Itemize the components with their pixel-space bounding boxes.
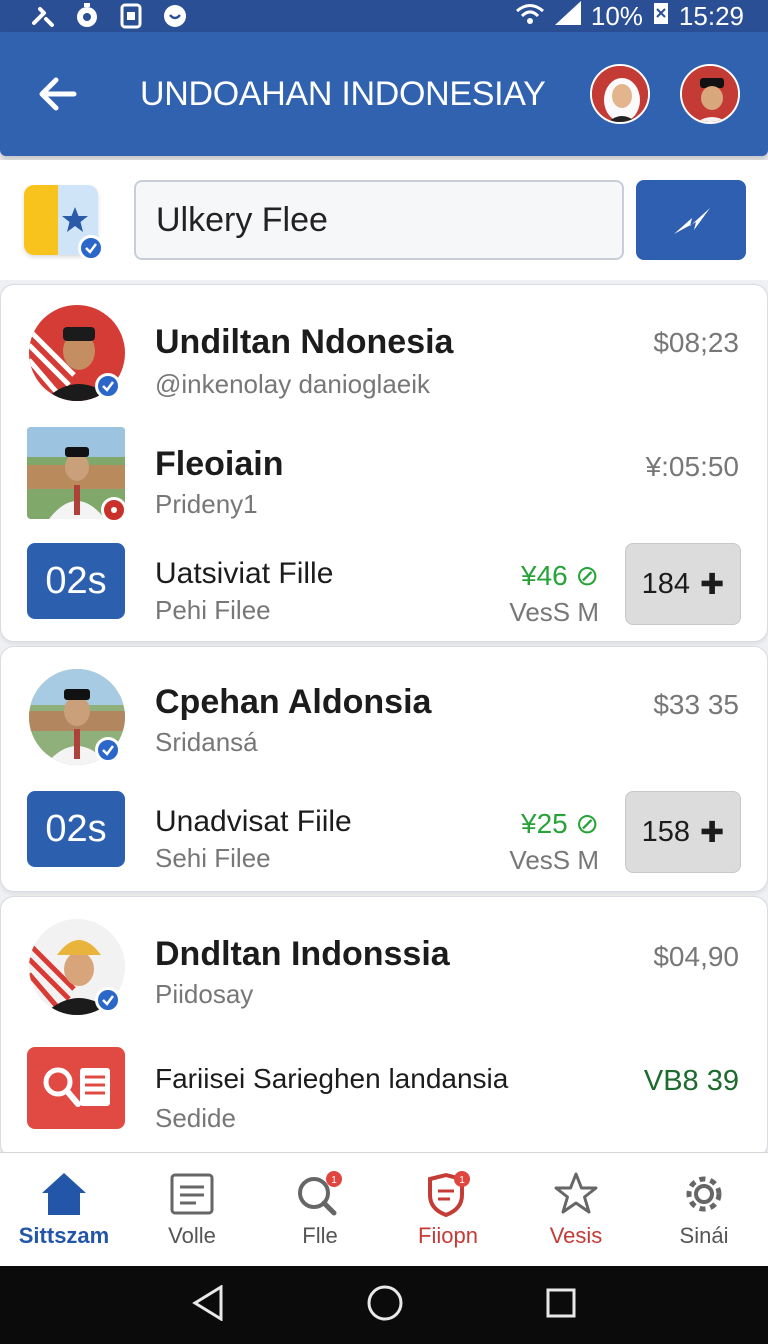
file-price: ¥25 ⊘	[521, 808, 599, 839]
search-bar	[0, 160, 768, 280]
nav-label: Fiiopn	[418, 1222, 478, 1248]
file-tag: 02s	[27, 543, 125, 619]
plus-icon: ✚	[700, 816, 725, 849]
page-title: UNDOAHAN INDONESIAY	[140, 74, 546, 113]
nav-label: Volle	[168, 1222, 216, 1248]
contact-handle: Piidosay	[155, 979, 254, 1009]
nav-label: Sinái	[679, 1222, 729, 1248]
file-sub: Sehi Filee	[155, 843, 271, 873]
file-row[interactable]: 02s Uatsiviat Fille Pehi Filee ¥46 ⊘ Ves…	[1, 543, 768, 643]
file-price: VB8 39	[643, 1065, 739, 1097]
verified-icon	[78, 235, 104, 261]
document-icon	[170, 1173, 214, 1214]
nav-item-search[interactable]: 1 Flle	[256, 1153, 384, 1266]
file-row[interactable]: Fariisei Sarieghen landansia Sedide VB8 …	[1, 1047, 768, 1147]
nav-badge: 1	[331, 1175, 337, 1186]
recents-square-icon[interactable]	[545, 1287, 577, 1324]
nav-item-star[interactable]: Vesis	[512, 1153, 640, 1266]
signal-icon	[554, 0, 581, 32]
contact-handle: Sridansá	[155, 727, 258, 757]
gear-icon	[686, 1176, 722, 1211]
list-item[interactable]: Fleoiain Pridenу1 ¥:05:50	[1, 427, 768, 527]
search-input[interactable]	[134, 180, 624, 260]
search-document-icon	[27, 1047, 125, 1129]
clock: 15:29	[678, 0, 744, 31]
star-icon	[554, 1172, 598, 1213]
contact-handle: @inkenolay danioglaeik	[155, 369, 431, 399]
list-item[interactable]: Undiltan Ndonesia @inkenolay danioglaeik…	[1, 305, 768, 405]
contact-card: Cpehan Aldonsia Sridansá $33 35 02s Unad…	[0, 646, 768, 892]
contact-amount: ¥:05:50	[645, 451, 739, 482]
avatar[interactable]	[680, 64, 740, 124]
search-button[interactable]	[636, 180, 746, 260]
contact-card: Dndltan Indonssia Piidosay $04,90 Fariis…	[0, 896, 768, 1158]
contact-amount: $04,90	[653, 941, 739, 972]
file-row[interactable]: 02s Unadvisat Fiile Sehi Filee ¥25 ⊘ Ves…	[1, 791, 768, 891]
file-status: VesS M	[509, 845, 599, 875]
lightning-icon	[674, 208, 710, 234]
plus-icon: ✚	[700, 568, 725, 601]
nav-item-document[interactable]: Volle	[128, 1153, 256, 1266]
file-price: ¥46 ⊘	[521, 560, 599, 591]
contact-amount: $33 35	[653, 689, 739, 720]
nav-label: Vesis	[549, 1222, 603, 1248]
battery-level: 10%	[590, 0, 643, 31]
file-name: Uatsiviat Fille	[155, 557, 334, 590]
avatar[interactable]	[590, 64, 650, 124]
file-name: Unadvisat Fiile	[155, 805, 352, 838]
verified-icon	[95, 373, 121, 399]
bottom-nav: Sittszam Volle 1 Flle 1 Fiiopn Vesis Sin…	[0, 1152, 768, 1266]
verified-icon	[95, 737, 121, 763]
search-icon: 1	[298, 1170, 342, 1215]
chat-icon	[162, 3, 188, 29]
contact-handle: Pridenу1	[155, 489, 258, 519]
app-bar: UNDOAHAN INDONESIAY	[0, 32, 768, 156]
sim-icon	[118, 3, 144, 29]
shield-icon: 1	[428, 1170, 470, 1217]
file-price-value: ¥25	[521, 808, 568, 839]
back-triangle-icon[interactable]	[191, 1283, 225, 1326]
quantity-add-button[interactable]: 158 ✚	[625, 791, 741, 873]
nav-badge: 1	[459, 1175, 465, 1186]
file-tag: 02s	[27, 791, 125, 867]
verified-icon	[95, 987, 121, 1013]
status-bar: 10% 15:29	[0, 0, 768, 32]
file-sub: Pehi Filee	[155, 595, 271, 625]
contact-card: Undiltan Ndonesia @inkenolay danioglaeik…	[0, 284, 768, 642]
quantity-value: 184	[641, 567, 691, 600]
wifi-icon	[515, 1, 545, 32]
nav-label: Flle	[302, 1222, 338, 1248]
quantity-add-button[interactable]: 184 ✚	[625, 543, 741, 625]
file-price-value: ¥46	[521, 560, 568, 591]
back-arrow-icon[interactable]	[36, 72, 80, 116]
file-name: Fariisei Sarieghen landansia	[155, 1063, 509, 1094]
timer-icon	[74, 3, 100, 29]
home-icon	[42, 1172, 86, 1215]
quantity-value: 158	[641, 815, 691, 848]
app-logo	[24, 185, 104, 261]
nav-item-home[interactable]: Sittszam	[0, 1153, 128, 1266]
contact-name: Undiltan Ndonesia	[155, 323, 454, 361]
file-status: VesS M	[509, 597, 599, 627]
status-badge	[101, 497, 127, 523]
tools-icon	[30, 3, 56, 29]
contact-name: Cpehan Aldonsia	[155, 683, 432, 721]
system-nav-bar	[0, 1266, 768, 1344]
contact-name: Fleoiain	[155, 445, 284, 483]
nav-item-shield[interactable]: 1 Fiiopn	[384, 1153, 512, 1266]
battery-icon	[653, 1, 669, 32]
list-item[interactable]: Dndltan Indonssia Piidosay $04,90	[1, 919, 768, 1019]
home-circle-icon[interactable]	[366, 1284, 404, 1327]
file-sub: Sedide	[155, 1103, 236, 1133]
nav-item-settings[interactable]: Sinái	[640, 1153, 768, 1266]
list-item[interactable]: Cpehan Aldonsia Sridansá $33 35	[1, 669, 768, 769]
contact-name: Dndltan Indonssia	[155, 935, 450, 973]
contact-amount: $08;23	[653, 327, 739, 358]
nav-label: Sittszam	[18, 1222, 110, 1248]
